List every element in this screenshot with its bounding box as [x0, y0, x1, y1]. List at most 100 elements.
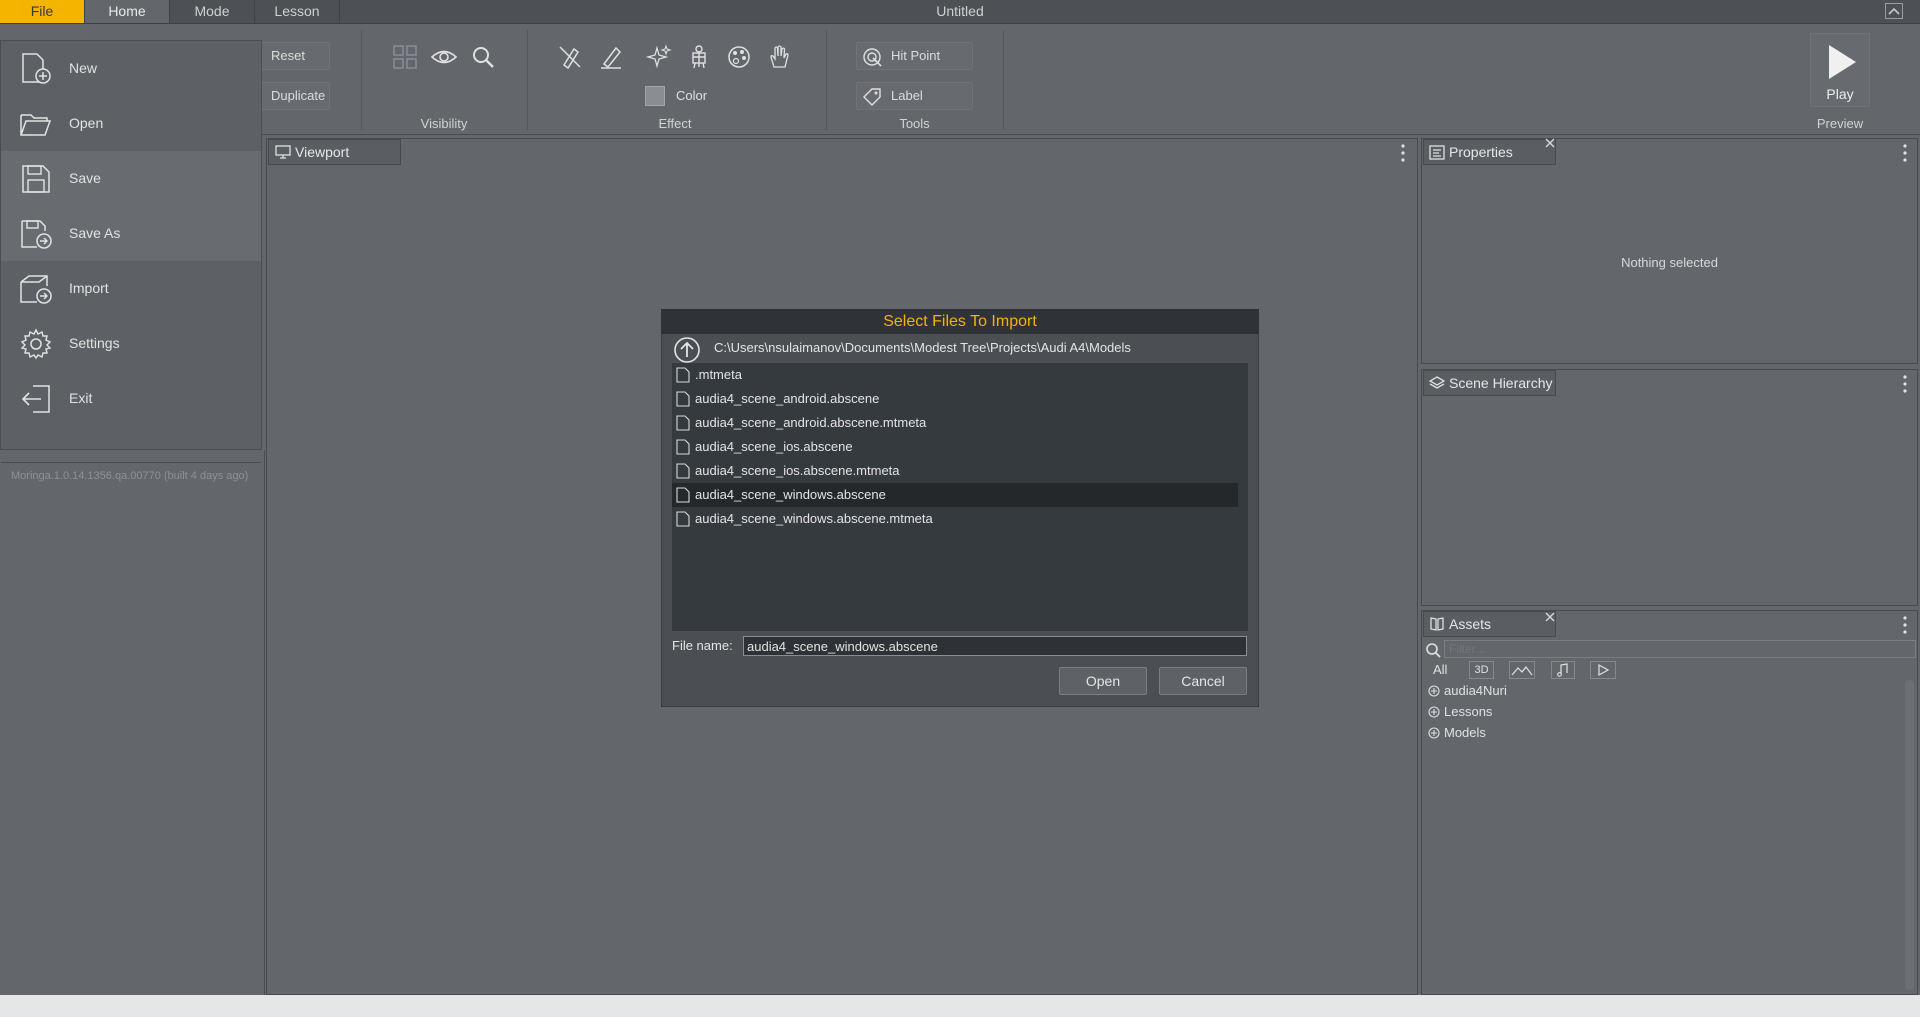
assets-tab-label: Assets — [1449, 616, 1492, 632]
file-row[interactable]: .mtmeta — [672, 363, 1238, 387]
file-icon — [676, 439, 690, 455]
play-icon — [1829, 45, 1856, 79]
file-name: audia4_scene_windows.abscene — [695, 487, 886, 502]
file-name-input[interactable] — [743, 636, 1247, 656]
open-button[interactable]: Open — [1059, 667, 1147, 695]
gear-icon — [20, 328, 52, 360]
assets-panel — [1421, 610, 1918, 995]
file-icon — [676, 487, 690, 503]
assets-menu-button[interactable] — [1903, 615, 1907, 635]
color-swatch[interactable] — [645, 86, 665, 106]
chevron-up-icon — [1888, 7, 1900, 15]
file-row[interactable]: audia4_scene_ios.abscene — [672, 435, 1238, 459]
scene-hierarchy-menu-button[interactable] — [1903, 374, 1907, 394]
properties-panel — [1421, 138, 1918, 364]
menu-item-exit[interactable]: Exit — [1, 371, 261, 426]
kebab-icon — [1903, 375, 1907, 393]
menu-item-open[interactable]: Open — [1, 96, 261, 151]
file-row[interactable]: audia4_scene_windows.abscene.mtmeta — [672, 507, 1238, 531]
menu-item-new[interactable]: New — [1, 41, 261, 96]
save-icon — [22, 165, 50, 193]
up-directory-button[interactable] — [673, 336, 701, 364]
file-icon — [676, 463, 690, 479]
xray-button[interactable] — [685, 43, 713, 71]
sparkle-button[interactable] — [645, 43, 673, 71]
file-name: audia4_scene_android.abscene.mtmeta — [695, 415, 927, 430]
hit-point-label: Hit Point — [891, 48, 941, 63]
search-icon — [473, 47, 494, 68]
properties-close-button[interactable] — [1544, 137, 1556, 149]
eye-toggle-button[interactable] — [430, 43, 458, 71]
layers-icon — [1429, 376, 1445, 389]
tree-item-label: audia4Nuri — [1444, 683, 1507, 698]
hand-button[interactable] — [765, 43, 793, 71]
filter-all-button[interactable]: All — [1433, 662, 1447, 677]
file-name: audia4_scene_android.abscene — [695, 391, 880, 406]
tab-home[interactable]: Home — [85, 0, 170, 23]
menu-item-save-as[interactable]: Save As — [1, 206, 261, 261]
tab-viewport[interactable]: Viewport — [268, 139, 401, 165]
expand-plus-icon — [1428, 727, 1440, 739]
file-icon — [676, 391, 690, 407]
filter-video-button[interactable] — [1590, 661, 1616, 679]
skeleton-icon — [692, 45, 706, 69]
menu-item-save[interactable]: Save — [1, 151, 261, 206]
book-icon — [1430, 617, 1444, 631]
tab-file[interactable]: File — [0, 0, 85, 23]
file-menu: New Open Save Save As Import Settings Ex… — [0, 40, 262, 482]
file-row[interactable]: audia4_scene_ios.abscene.mtmeta — [672, 459, 1238, 483]
music-note-icon — [1557, 663, 1568, 677]
file-name: audia4_scene_ios.abscene — [695, 439, 853, 454]
cancel-button[interactable]: Cancel — [1159, 667, 1247, 695]
tab-lesson[interactable]: Lesson — [255, 0, 340, 23]
duplicate-label: Duplicate — [271, 88, 326, 103]
tag-icon — [863, 88, 881, 106]
collapse-ribbon-button[interactable] — [1885, 3, 1903, 19]
version-text: Moringa.1.0.14.1356.qa.00770 (built 4 da… — [11, 470, 249, 482]
highlight-button[interactable] — [597, 43, 625, 71]
menu-item-settings[interactable]: Settings — [1, 316, 261, 371]
video-icon — [1598, 663, 1610, 677]
properties-menu-button[interactable] — [1903, 143, 1907, 163]
tab-assets[interactable]: Assets — [1423, 611, 1556, 637]
tab-mode[interactable]: Mode — [170, 0, 255, 23]
current-path: C:\Users\nsulaimanov\Documents\Modest Tr… — [714, 340, 1131, 355]
palette-icon — [728, 46, 750, 68]
paint-button[interactable] — [725, 43, 753, 71]
viewport-menu-button[interactable] — [1401, 143, 1405, 163]
tab-scene-hierarchy[interactable]: Scene Hierarchy — [1423, 370, 1556, 396]
reset-button[interactable]: Reset — [250, 42, 330, 70]
play-button[interactable]: Play — [1810, 33, 1870, 107]
kebab-icon — [1903, 144, 1907, 162]
menu-item-import[interactable]: Import — [1, 261, 261, 316]
grid-toggle-button[interactable] — [391, 43, 419, 71]
monitor-icon — [275, 145, 291, 159]
assets-filter-input[interactable] — [1444, 640, 1916, 658]
file-row[interactable]: audia4_scene_android.abscene.mtmeta — [672, 411, 1238, 435]
file-name: audia4_scene_windows.abscene.mtmeta — [695, 511, 933, 526]
image-icon — [1511, 666, 1533, 676]
highlight-off-button[interactable] — [556, 43, 584, 71]
label-label: Label — [891, 88, 923, 103]
file-row-selected[interactable]: audia4_scene_windows.abscene — [672, 483, 1238, 507]
close-icon — [1545, 612, 1555, 622]
hit-point-button[interactable]: Hit Point — [856, 42, 973, 70]
filter-image-button[interactable] — [1509, 661, 1535, 679]
filter-3d-button[interactable]: 3D — [1469, 661, 1494, 679]
assets-close-button[interactable] — [1544, 611, 1556, 623]
hit-point-icon — [863, 48, 882, 67]
file-list[interactable]: .mtmeta audia4_scene_android.abscene aud… — [672, 363, 1248, 631]
search-button[interactable] — [469, 43, 497, 71]
duplicate-button[interactable]: Duplicate — [250, 82, 330, 110]
effect-group-label: Effect — [658, 116, 692, 131]
dialog-title: Select Files To Import — [661, 309, 1259, 334]
kebab-icon — [1903, 616, 1907, 634]
folder-icon — [20, 114, 52, 136]
assets-scrollbar[interactable] — [1905, 680, 1914, 990]
filter-audio-button[interactable] — [1551, 661, 1575, 679]
tab-properties[interactable]: Properties — [1423, 139, 1556, 165]
file-row[interactable]: audia4_scene_android.abscene — [672, 387, 1238, 411]
file-icon — [676, 367, 690, 383]
play-label: Play — [1826, 86, 1854, 102]
label-button[interactable]: Label — [856, 82, 973, 110]
